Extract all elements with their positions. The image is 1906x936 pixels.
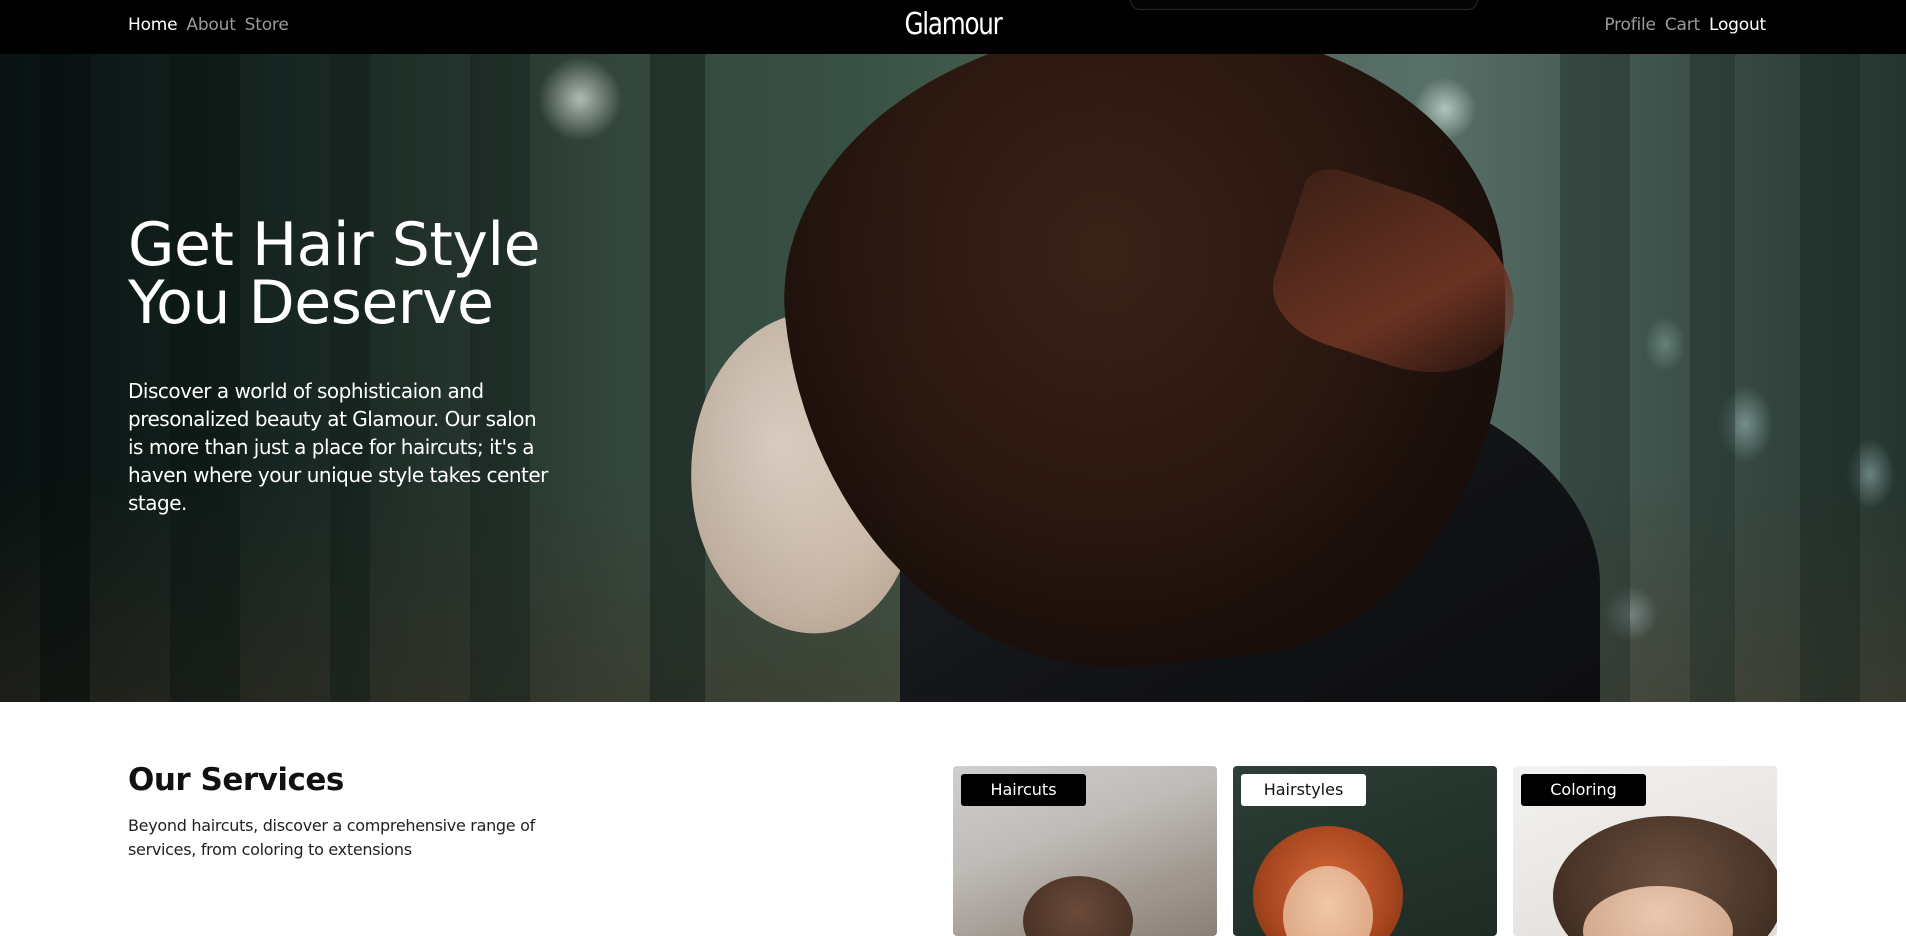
hero-title: Get Hair Style You Deserve: [128, 215, 541, 333]
hero-title-line-2: You Deserve: [128, 268, 494, 338]
services-description: Beyond haircuts, discover a comprehensiv…: [128, 816, 535, 859]
nav-link-logout[interactable]: Logout: [1709, 15, 1766, 35]
nav-link-cart[interactable]: Cart: [1665, 15, 1700, 35]
service-card-hairstyles[interactable]: Hairstyles: [1233, 766, 1497, 936]
nav-link-profile[interactable]: Profile: [1604, 15, 1656, 35]
service-card-label: Hairstyles: [1241, 774, 1366, 806]
service-card-haircuts[interactable]: Haircuts: [953, 766, 1217, 936]
hero-description: Discover a world of sophisticaion and pr…: [128, 379, 548, 515]
service-card-coloring[interactable]: Coloring: [1513, 766, 1777, 936]
service-card-image: [1023, 876, 1133, 936]
service-card-label: Coloring: [1521, 774, 1646, 806]
nav-right-links: Profile Cart Logout: [1604, 15, 1766, 35]
hero-banner: Get Hair Style You Deserve Discover a wo…: [0, 54, 1906, 702]
nav-link-home[interactable]: Home: [128, 15, 178, 35]
service-card-label: Haircuts: [961, 774, 1086, 806]
services-title: Our Services: [128, 762, 344, 798]
navbar: Home About Store Glamour Profile Cart Lo…: [0, 0, 1906, 54]
brand-logo[interactable]: Glamour: [172, 7, 1735, 42]
